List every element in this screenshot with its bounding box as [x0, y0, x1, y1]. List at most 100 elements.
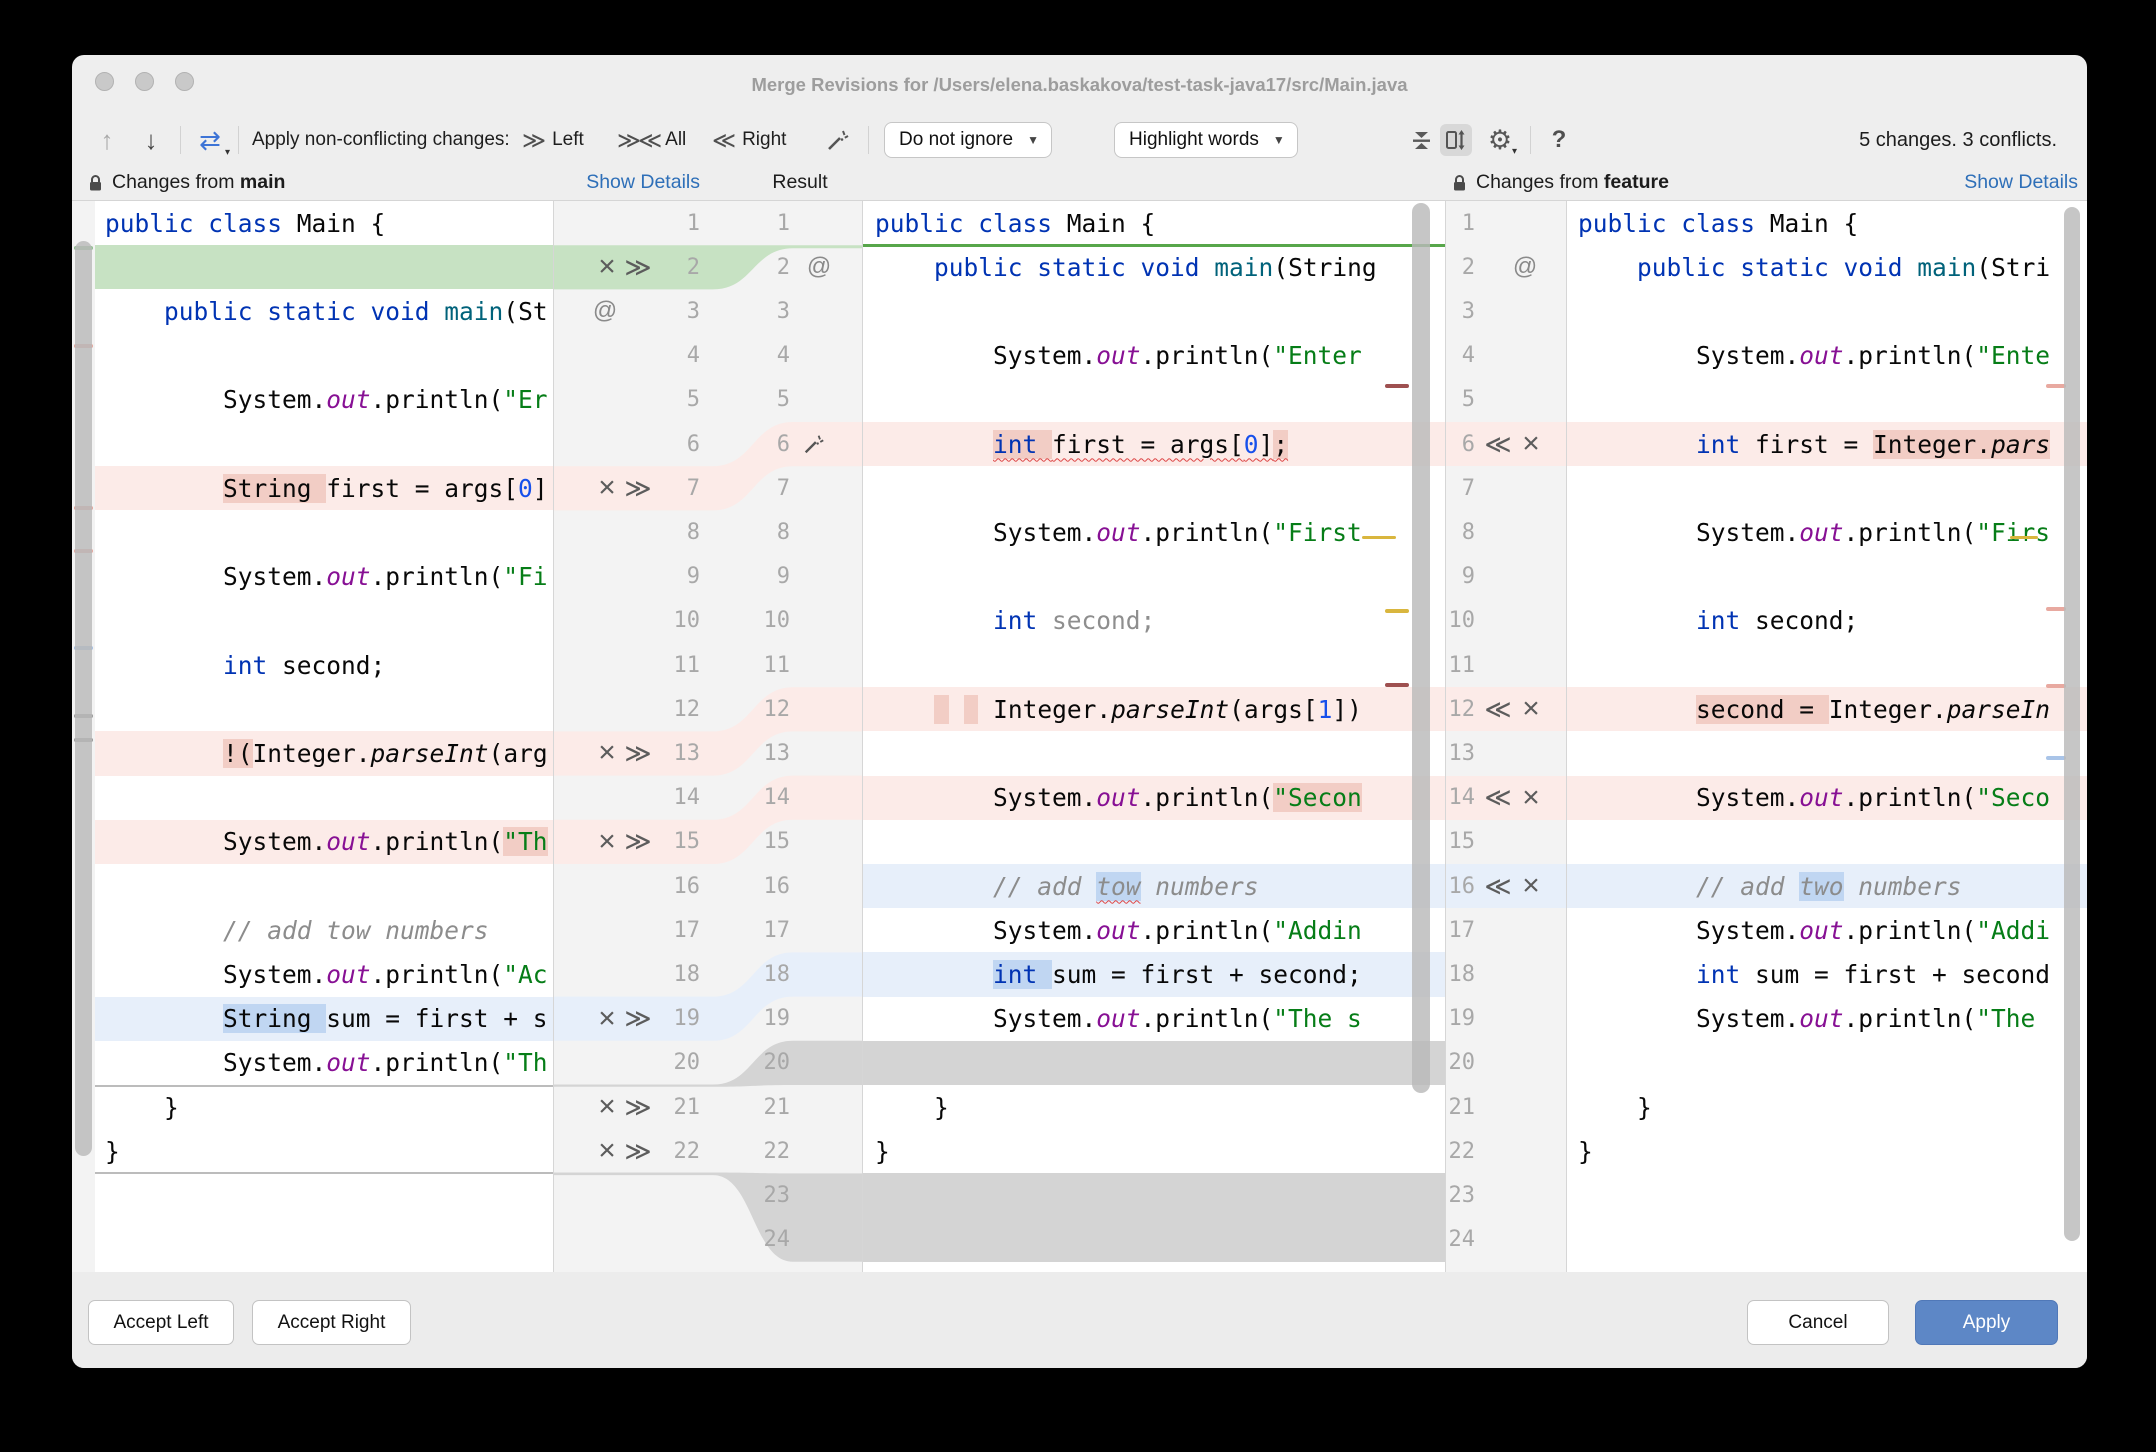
apply-change-left-icon[interactable]: ≪	[1484, 864, 1512, 908]
line-number: 6	[1441, 422, 1475, 466]
line-number: 5	[730, 378, 790, 422]
apply-change-left-icon[interactable]: ≪	[1484, 422, 1512, 466]
separator	[238, 126, 239, 154]
code-line	[1566, 378, 2087, 422]
ignore-change-icon[interactable]: ×	[1517, 864, 1545, 908]
code-line: System.out.println("Ac	[95, 952, 553, 996]
apply-nonconflicting-label-wrap: Apply non-conflicting changes:	[252, 115, 510, 165]
ignore-change-icon[interactable]: ×	[1517, 776, 1545, 820]
window-title: Merge Revisions for /Users/elena.baskako…	[72, 74, 2087, 96]
code-line	[862, 466, 1445, 510]
code-text: System.out.println("Firs	[1566, 518, 2050, 547]
line-number: 4	[730, 334, 790, 378]
left-code-pane[interactable]: public class Main { public static void m…	[95, 201, 553, 1273]
help-button[interactable]: ?	[1542, 115, 1576, 165]
code-line	[95, 864, 553, 908]
code-text: public static void main(String	[862, 253, 1377, 282]
synchronized-scrolling-button[interactable]	[1440, 124, 1472, 156]
sync-scroll-icon	[1444, 128, 1468, 152]
line-number: 17	[730, 908, 790, 952]
line-number: 19	[730, 997, 790, 1041]
code-line	[862, 820, 1445, 864]
line-number: 23	[1441, 1173, 1475, 1217]
left-overview-stripe[interactable]	[72, 201, 95, 1273]
code-text: System.out.println("The	[1566, 1004, 2035, 1033]
apply-change-right-icon[interactable]: ≫	[624, 1129, 652, 1173]
pane-separator	[862, 201, 863, 1273]
line-number: 18	[1441, 952, 1475, 996]
line-number: 24	[1441, 1218, 1475, 1262]
resolve-conflict-wand-icon[interactable]	[799, 422, 829, 466]
collapse-unchanged-button[interactable]	[1404, 115, 1438, 165]
code-line: }	[862, 1129, 1445, 1173]
code-line: // add two numbers	[1566, 864, 2087, 908]
apply-change-right-icon[interactable]: ≫	[624, 820, 652, 864]
ignore-change-icon[interactable]: ×	[593, 731, 621, 775]
apply-change-right-icon[interactable]: ≫	[624, 466, 652, 510]
code-text: public static void main(St	[95, 297, 548, 326]
apply-change-left-icon[interactable]: ≪	[1484, 776, 1512, 820]
compare-options-button[interactable]: ⇄ ▾	[188, 115, 232, 165]
apply-left-button[interactable]: ≫ Left	[522, 115, 584, 165]
lock-icon	[1452, 174, 1467, 192]
code-line	[1566, 555, 2087, 599]
apply-all-button[interactable]: ≫≪ All	[617, 115, 686, 165]
code-line: int second;	[1566, 599, 2087, 643]
ignore-change-icon[interactable]: ×	[593, 1129, 621, 1173]
code-text: System.out.println("First	[862, 518, 1362, 547]
line-number: 17	[640, 908, 700, 952]
collapsed-change-line	[95, 1172, 553, 1174]
ignore-change-icon[interactable]: ×	[593, 997, 621, 1041]
ignore-change-icon[interactable]: ×	[593, 1085, 621, 1129]
cancel-button[interactable]: Cancel	[1747, 1300, 1889, 1345]
ignore-change-icon[interactable]: ×	[1517, 422, 1545, 466]
ignore-change-icon[interactable]: ×	[593, 820, 621, 864]
right-code-pane[interactable]: public class Main { public static void m…	[1566, 201, 2087, 1273]
settings-button[interactable]: ⚙ ▾	[1480, 115, 1520, 165]
code-line	[862, 1218, 1445, 1262]
apply-change-right-icon[interactable]: ≫	[624, 997, 652, 1041]
separator	[1530, 126, 1531, 154]
previous-change-button[interactable]: ↑	[90, 115, 124, 165]
line-number: 7	[1441, 466, 1475, 510]
next-change-button[interactable]: ↓	[134, 115, 168, 165]
code-text: }	[95, 1093, 179, 1122]
ignore-change-icon[interactable]: ×	[593, 466, 621, 510]
result-code-pane[interactable]: public class Main { public static void m…	[862, 201, 1445, 1273]
apply-change-right-icon[interactable]: ≫	[624, 1085, 652, 1129]
apply-change-right-icon[interactable]: ≫	[624, 731, 652, 775]
code-text: public class Main {	[1566, 209, 1858, 238]
line-number: 16	[640, 864, 700, 908]
right-show-details-link[interactable]: Show Details	[1948, 165, 2078, 200]
apply-change-left-icon[interactable]: ≪	[1484, 687, 1512, 731]
code-text: int sum = first + second;	[862, 960, 1362, 989]
line-number: 11	[1441, 643, 1475, 687]
chevron-down-icon: ▾	[1512, 146, 1517, 157]
right-pane-header: Changes from feature	[1452, 165, 1669, 200]
line-number: 8	[640, 510, 700, 554]
code-line	[95, 776, 553, 820]
accept-left-button[interactable]: Accept Left	[88, 1300, 234, 1345]
ignore-change-icon[interactable]: ×	[1517, 687, 1545, 731]
line-number: 18	[640, 952, 700, 996]
code-text: int second;	[1566, 606, 1858, 635]
apply-button[interactable]: Apply	[1915, 1300, 2058, 1345]
apply-right-button[interactable]: ≪ Right	[712, 115, 786, 165]
apply-change-right-icon[interactable]: ≫	[624, 245, 652, 289]
ignore-policy-select[interactable]: Do not ignore ▼	[884, 122, 1052, 158]
line-number: 2	[1441, 245, 1475, 289]
line-number: 22	[1441, 1129, 1475, 1173]
code-text: second = Integer.parseIn	[1566, 695, 2050, 724]
ignore-change-icon[interactable]: ×	[593, 245, 621, 289]
code-line	[1566, 643, 2087, 687]
line-number: 6	[730, 422, 790, 466]
resolve-simple-conflicts-button[interactable]	[820, 115, 856, 165]
highlight-policy-select[interactable]: Highlight words ▼	[1114, 122, 1298, 158]
code-line: System.out.println("Seco	[1566, 776, 2087, 820]
code-line: System.out.println("Er	[95, 378, 553, 422]
code-line: // add tow numbers	[862, 864, 1445, 908]
left-show-details-link[interactable]: Show Details	[570, 165, 700, 200]
line-number: 7	[730, 466, 790, 510]
code-line	[862, 378, 1445, 422]
accept-right-button[interactable]: Accept Right	[252, 1300, 411, 1345]
